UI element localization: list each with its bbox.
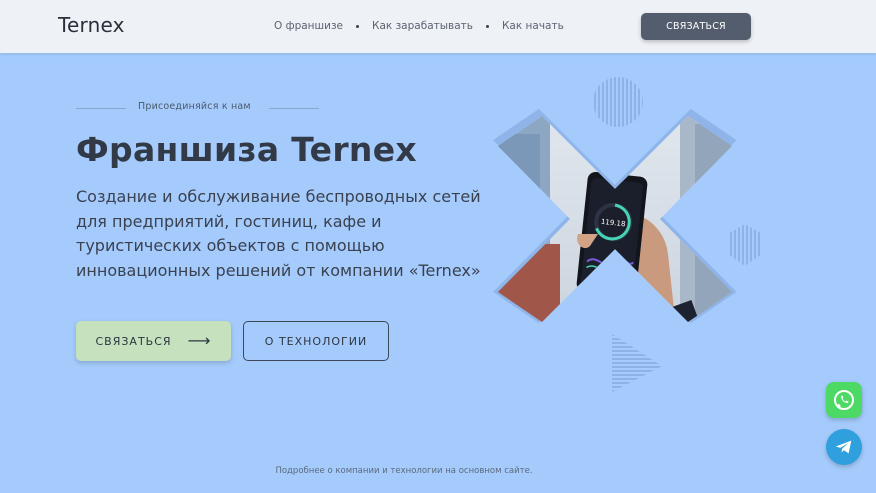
whatsapp-button[interactable] [826,382,862,418]
kicker-line-right [269,108,319,109]
hero-description-line: туристических объектов с помощью [76,236,385,255]
nav-separator-dot [485,24,489,28]
decorative-striped-hexagon [728,224,762,266]
hero-description-line: инновационных решений от компании «Terne… [76,260,481,280]
site-header: Ternex О франшизе Как зарабатывать Как н… [0,0,876,53]
about-technology-button-label: О ТЕХНОЛОГИИ [264,334,368,348]
decorative-striped-circle [593,77,643,127]
hero-description: Создание и обслуживание беспроводных сет… [76,185,481,283]
header-contact-button[interactable]: СВЯЗАТЬСЯ [641,13,751,40]
telegram-button[interactable] [826,429,862,465]
decorative-striped-triangle [612,334,662,392]
main-nav: О франшизе Как зарабатывать Как начать [274,20,564,32]
kicker-line-left [76,108,126,109]
arrow-right-icon: ⟶ [187,331,212,350]
hero-description-line: Создание и обслуживание беспроводных сет… [76,187,481,206]
nav-link-about-franchise[interactable]: О франшизе [274,20,343,32]
whatsapp-icon [834,390,854,410]
contact-button-label: СВЯЗАТЬСЯ [95,334,172,348]
nav-link-how-to-start[interactable]: Как начать [502,20,564,32]
contact-button[interactable]: СВЯЗАТЬСЯ ⟶ [76,321,231,361]
about-technology-button[interactable]: О ТЕХНОЛОГИИ [243,321,389,361]
hero-kicker: Присоединяйся к нам [138,101,251,112]
telegram-icon [835,440,852,454]
nav-link-how-to-earn[interactable]: Как зарабатывать [372,20,473,32]
hero-description-line: для предприятий, гостиниц, кафе и [76,211,382,231]
footer-note[interactable]: Подробнее о компании и технологии на осн… [0,466,808,476]
hero-illustration: 119.18 [493,77,762,392]
hero-title: Франшиза Ternex [76,130,417,169]
logo[interactable]: Ternex [58,13,125,37]
nav-separator-dot [356,24,360,28]
